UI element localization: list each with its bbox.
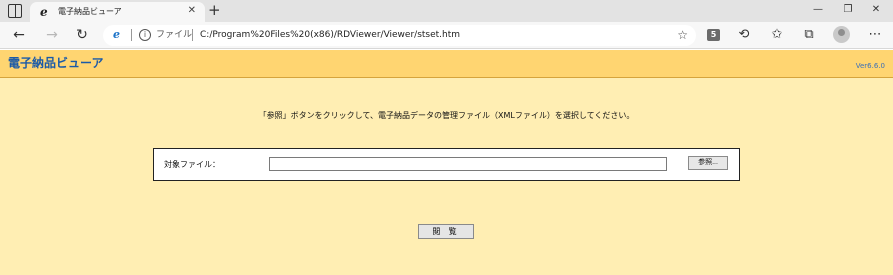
page-content: 電子納品ビューア Ver6.6.0 「参照」ボタンをクリックして、電子納品データ… — [0, 50, 893, 275]
address-divider — [131, 29, 132, 41]
close-icon[interactable]: ✕ — [188, 5, 196, 17]
browser-tab[interactable]: e 電子納品ビューア ✕ — [30, 2, 205, 22]
file-path-input[interactable] — [269, 157, 667, 171]
app-header: 電子納品ビューア Ver6.6.0 — [0, 50, 893, 78]
page-title: 電子納品ビューア — [8, 56, 104, 70]
favorites-icon[interactable]: ✩ — [768, 26, 786, 44]
refresh-icon[interactable]: ↻ — [73, 26, 91, 44]
tab-strip: e 電子納品ビューア ✕ + — ❐ ✕ — [0, 0, 893, 22]
browser-toolbar: ← → ↻ e i ファイル C:/Program%20Files%20(x86… — [0, 22, 893, 49]
tab-title: 電子納品ビューア — [58, 7, 122, 16]
add-favorite-icon[interactable]: ☆ — [677, 28, 688, 42]
address-divider — [192, 29, 193, 41]
ie-mode-icon[interactable]: e — [113, 28, 120, 42]
collections-icon[interactable]: ⧉ — [800, 26, 818, 44]
instruction-text: 「参照」ボタンをクリックして、電子納品データの管理ファイル（XMLファイル）を選… — [258, 111, 635, 120]
address-url[interactable]: C:/Program%20Files%20(x86)/RDViewer/View… — [200, 29, 460, 41]
browse-button[interactable]: 参照... — [688, 156, 728, 170]
restore-icon[interactable]: ❐ — [840, 2, 856, 18]
file-field-label: 対象ファイル： — [164, 160, 220, 169]
back-arrow-icon[interactable]: ← — [10, 26, 28, 44]
plus-icon[interactable]: + — [208, 1, 221, 19]
address-bar[interactable]: e i ファイル C:/Program%20Files%20(x86)/RDVi… — [103, 25, 696, 46]
file-select-panel: 対象ファイル： 参照... — [153, 148, 740, 181]
more-icon[interactable]: ⋯ — [866, 26, 884, 44]
extension-icon[interactable]: 5 — [707, 29, 720, 41]
info-icon[interactable]: i — [139, 29, 151, 41]
minimize-icon[interactable]: — — [810, 2, 826, 18]
window-icon[interactable] — [8, 4, 22, 18]
version-label: Ver6.6.0 — [855, 62, 885, 70]
view-button[interactable]: 閲 覧 — [418, 224, 474, 239]
address-protocol: ファイル — [156, 30, 193, 40]
ie-mode-icon: e — [40, 5, 48, 19]
extension-icon[interactable]: ⟲ — [735, 26, 753, 44]
close-icon[interactable]: ✕ — [868, 2, 884, 18]
avatar-icon[interactable] — [833, 26, 850, 43]
forward-arrow-icon[interactable]: → — [43, 26, 61, 44]
